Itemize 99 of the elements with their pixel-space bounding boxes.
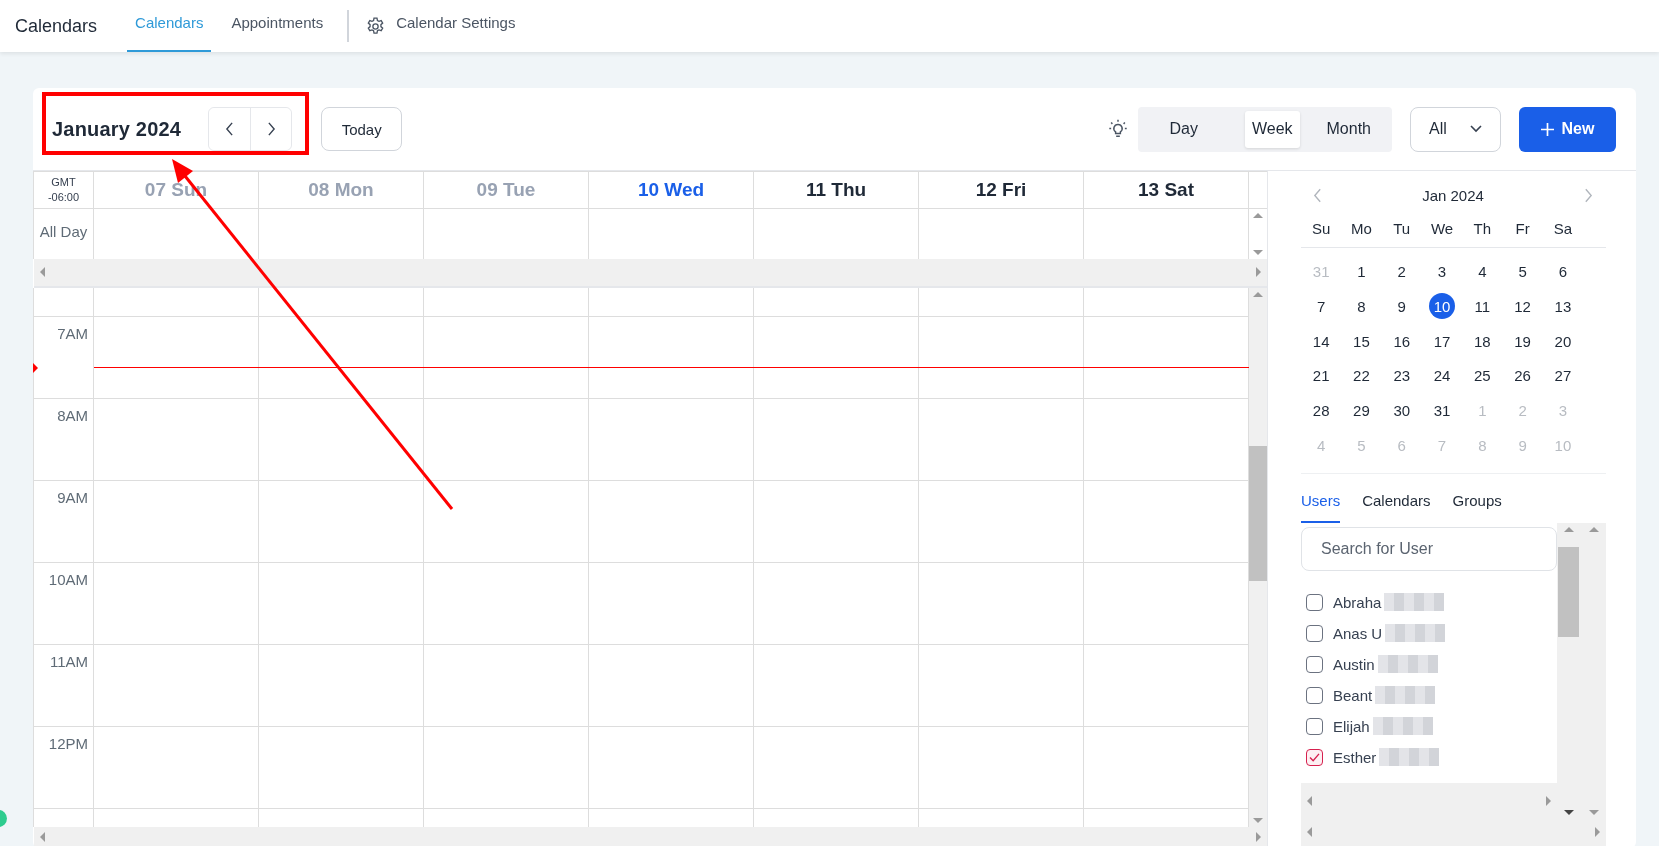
calendar-day[interactable]: 30 [1388,397,1415,424]
calendar-day[interactable]: 1 [1348,258,1375,285]
calendar-day[interactable]: 31 [1429,397,1456,424]
calendar-day[interactable]: 5 [1509,258,1536,285]
calendar-day[interactable]: 9 [1388,293,1415,320]
calendar-day[interactable]: 13 [1549,293,1576,320]
day-header: 09 Tue [424,172,589,208]
day-header: 12 Fri [919,172,1084,208]
user-name: Austin [1333,655,1375,673]
weekday-label: Th [1473,219,1492,237]
weekday-label: Sa [1553,219,1573,237]
calendar-day[interactable]: 2 [1388,258,1415,285]
calendar-day[interactable]: 22 [1348,363,1375,389]
view-tab[interactable]: Day [1162,110,1205,148]
redacted-mark [1385,624,1446,643]
user-checkbox[interactable] [1306,717,1323,735]
calendar-day[interactable]: 15 [1348,328,1375,355]
scrollbar[interactable] [1249,288,1267,827]
next-month-icon[interactable] [1584,187,1593,203]
page-title: Calendars [15,15,98,37]
filter-dropdown[interactable]: All [1410,106,1501,152]
scrollbar[interactable] [34,827,1267,846]
hour-label: 12PM [48,735,88,752]
plus-icon [1540,122,1554,136]
redacted-mark [1372,717,1433,736]
view-tab[interactable]: Month [1319,110,1378,148]
calendar-day[interactable]: 8 [1348,293,1375,320]
calendar-day[interactable]: 4 [1469,258,1496,285]
day-header: 11 Thu [754,172,919,208]
calendar-day[interactable]: 20 [1549,328,1576,355]
user-name: Anas U [1333,624,1383,642]
scrollbar[interactable] [1301,818,1606,846]
weekday-label: We [1430,219,1454,237]
panel-tab[interactable]: Groups [1452,491,1502,523]
chevron-left-icon [225,122,235,136]
redacted-mark [1375,686,1436,705]
day-header: 10 Wed [589,172,754,208]
calendar-day[interactable]: 6 [1549,258,1576,285]
day-header: 08 Mon [259,172,424,208]
user-checkbox[interactable] [1306,624,1323,642]
calendar-day[interactable]: 19 [1509,328,1536,355]
chevron-down-icon [1470,125,1482,133]
user-checkbox[interactable] [1306,686,1323,704]
user-name: Elijah [1333,717,1370,735]
new-button[interactable]: New [1519,106,1616,152]
panel-tab[interactable]: Calendars [1362,491,1431,523]
panel-tab[interactable]: Users [1301,491,1341,523]
calendar-day[interactable]: 12 [1509,293,1536,320]
nav-tab[interactable]: Appointments [223,0,332,52]
timezone-label: GMT -06:00 [33,172,94,208]
calendar-day[interactable]: 23 [1388,363,1415,389]
redacted-mark [1384,593,1445,612]
calendar-settings-link[interactable]: Calendar Settings [396,0,516,52]
hour-label: 10AM [48,571,88,588]
user-checkbox[interactable] [1306,748,1323,766]
mini-calendar-title: Jan 2024 [1422,186,1484,204]
hour-label: 9AM [57,489,88,506]
calendar-day[interactable]: 11 [1469,293,1496,320]
user-name: Esther [1333,748,1377,766]
calendar-day[interactable]: 21 [1308,363,1335,389]
calendar-day[interactable]: 25 [1469,363,1496,389]
user-name: Beant [1333,686,1373,704]
checkmark-icon [1309,752,1320,762]
user-checkbox[interactable] [1306,593,1323,611]
hour-label: 7AM [57,325,88,342]
calendar-day[interactable]: 26 [1509,363,1536,389]
current-time-marker [33,363,38,373]
hour-label: 11AM [49,653,88,670]
user-checkbox[interactable] [1306,655,1323,673]
weekday-label: Su [1311,219,1331,237]
chevron-right-icon [266,122,276,136]
weekday-label: Tu [1393,219,1411,237]
redacted-mark [1377,655,1438,674]
lightbulb-icon[interactable] [1107,118,1130,140]
calendar-day[interactable]: 17 [1429,328,1456,355]
user-name: Abraha [1333,593,1382,611]
calendar-day[interactable]: 24 [1429,363,1456,389]
calendar-day[interactable]: 7 [1308,293,1335,320]
scrollbar-thumb[interactable] [1558,546,1579,637]
calendar-day[interactable]: 29 [1348,397,1375,424]
today-button[interactable]: Today [321,107,403,151]
day-header: 13 Sat [1084,172,1249,208]
calendar-day[interactable]: 27 [1549,363,1576,389]
previous-month-icon[interactable] [1313,187,1322,203]
view-tab[interactable]: Week [1244,110,1300,148]
calendar-day[interactable]: 16 [1388,328,1415,355]
search-field[interactable]: Search for User [1301,526,1557,571]
calendar-day[interactable]: 10 [1429,293,1456,320]
calendar-day[interactable]: 18 [1469,328,1496,355]
hour-label: 8AM [57,407,88,424]
scrollbar-thumb[interactable] [1249,446,1267,581]
weekday-label: Mo [1351,219,1372,237]
calendar-day[interactable]: 14 [1308,328,1335,355]
scrollbar[interactable] [34,259,1267,288]
redacted-mark [1379,748,1440,767]
month-title: January 2024 [52,117,182,141]
weekday-label: Fr [1515,219,1530,237]
calendar-day[interactable]: 28 [1308,397,1335,424]
calendar-day[interactable]: 3 [1429,258,1456,285]
